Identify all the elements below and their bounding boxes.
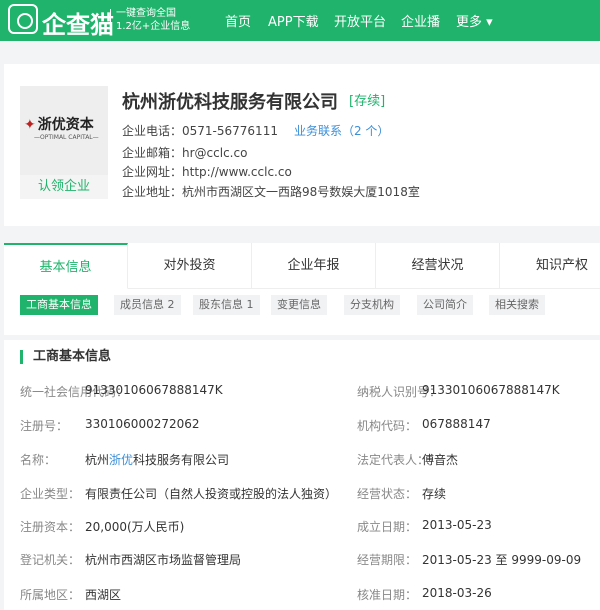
status-badge: [存续]	[349, 94, 386, 109]
subtab-members[interactable]: 成员信息 2	[114, 295, 181, 315]
website-link[interactable]: http://www.cclc.co	[182, 165, 292, 179]
field-value: 91330106067888147K	[85, 383, 223, 397]
slogan-line2: 1.2亿+企业信息	[116, 21, 191, 32]
logo-icon[interactable]	[8, 4, 38, 34]
email-line: 企业邮箱：hr@cclc.co	[122, 144, 247, 161]
address-value: 杭州市西湖区文一西路98号数娱大厦1018室	[182, 185, 420, 199]
field-value: 330106000272062	[85, 417, 200, 431]
address-label: 企业地址：	[122, 185, 183, 199]
field-label: 企业类型：	[20, 487, 81, 501]
field-label: 法定代表人：	[357, 453, 430, 467]
subtab-branches[interactable]: 分支机构	[344, 295, 400, 315]
business-info-section: 工商基本信息	[4, 340, 600, 610]
field-label: 成立日期：	[357, 520, 418, 534]
field-value: 91330106067888147K	[422, 383, 560, 397]
field-label: 经营状态：	[357, 487, 418, 501]
field-value: 杭州市西湖区市场监督管理局	[85, 553, 242, 567]
field-value: 2018-03-26	[422, 586, 492, 600]
email-value[interactable]: hr@cclc.co	[182, 146, 247, 160]
field-label: 注册号：	[20, 419, 69, 433]
field-label: 机构代码：	[357, 419, 418, 433]
slogan: 一键查询全国 1.2亿+企业信息	[116, 7, 190, 33]
field-value: 有限责任公司（自然人投资或控股的法人独资）	[85, 487, 338, 501]
tab-basic-info[interactable]: 基本信息	[4, 243, 128, 289]
brand-name[interactable]: 企查猫	[42, 5, 114, 40]
field-value: 2013-05-23	[422, 518, 492, 532]
email-label: 企业邮箱：	[122, 146, 183, 160]
field-value: 杭州浙优科技服务有限公司	[85, 451, 229, 468]
business-contact-link[interactable]: 业务联系（2 个）	[294, 124, 389, 138]
address-line: 企业地址：杭州市西湖区文一西路98号数娱大厦1018室	[122, 183, 420, 200]
phone-line: 企业电话：0571-56776111 业务联系（2 个）	[122, 122, 389, 139]
company-name: 杭州浙优科技服务有限公司	[122, 92, 338, 113]
nav-enterprise-broadcast[interactable]: 企业播	[401, 11, 440, 30]
phone-value: 0571-56776111	[182, 124, 278, 138]
field-label: 核准日期：	[357, 588, 418, 602]
name-part: 杭州	[85, 453, 110, 467]
subtab-shareholders[interactable]: 股东信息 1	[193, 295, 260, 315]
field-label: 登记机关：	[20, 553, 81, 567]
field-label: 经营期限：	[357, 553, 418, 567]
phone-label: 企业电话：	[122, 124, 183, 138]
website-line: 企业网址：http://www.cclc.co	[122, 163, 292, 180]
subtab-profile[interactable]: 公司简介	[417, 295, 473, 315]
field-label: 注册资本：	[20, 520, 81, 534]
tab-investment[interactable]: 对外投资	[128, 243, 252, 289]
section-title: 工商基本信息	[20, 350, 111, 364]
field-label: 所属地区：	[20, 588, 81, 602]
field-value: 西湖区	[85, 588, 122, 602]
website-label: 企业网址：	[122, 165, 183, 179]
divider	[110, 9, 111, 31]
field-value: 067888147	[422, 417, 491, 431]
logo-text: 浙优资本	[37, 117, 94, 133]
name-highlight: 浙优	[109, 453, 134, 467]
tab-operations[interactable]: 经营状况	[376, 243, 500, 289]
nav-app-download[interactable]: APP下载	[268, 11, 319, 30]
legal-rep-link[interactable]: 傅音杰	[422, 451, 458, 468]
subtab-related-search[interactable]: 相关搜索	[489, 295, 545, 315]
nav-open-platform[interactable]: 开放平台	[334, 11, 386, 30]
subtab-changes[interactable]: 变更信息	[271, 295, 327, 315]
field-value: 2013-05-23 至 9999-09-09	[422, 553, 582, 567]
tabs-panel: 基本信息 对外投资 企业年报 经营状况 知识产权 工商基本信息 成员信息 2 股…	[4, 243, 600, 335]
claim-company-button[interactable]: 认领企业	[20, 175, 108, 199]
name-part: 科技服务有限公司	[133, 453, 230, 467]
field-label: 名称：	[20, 453, 57, 467]
subtab-business-info[interactable]: 工商基本信息	[20, 295, 98, 315]
slogan-line1: 一键查询全国	[116, 8, 176, 19]
tab-ip[interactable]: 知识产权	[500, 243, 600, 289]
nav-home[interactable]: 首页	[225, 11, 251, 30]
nav-more[interactable]: 更多 ▾	[456, 11, 493, 30]
logo-subtext: —OPTIMAL CAPITAL—	[34, 134, 99, 141]
field-value: 20,000(万人民币)	[85, 520, 185, 534]
tab-annual-report[interactable]: 企业年报	[252, 243, 376, 289]
field-value: 存续	[422, 487, 447, 501]
top-navbar: 企查猫 一键查询全国 1.2亿+企业信息 首页 APP下载 开放平台 企业播 更多…	[0, 0, 600, 41]
